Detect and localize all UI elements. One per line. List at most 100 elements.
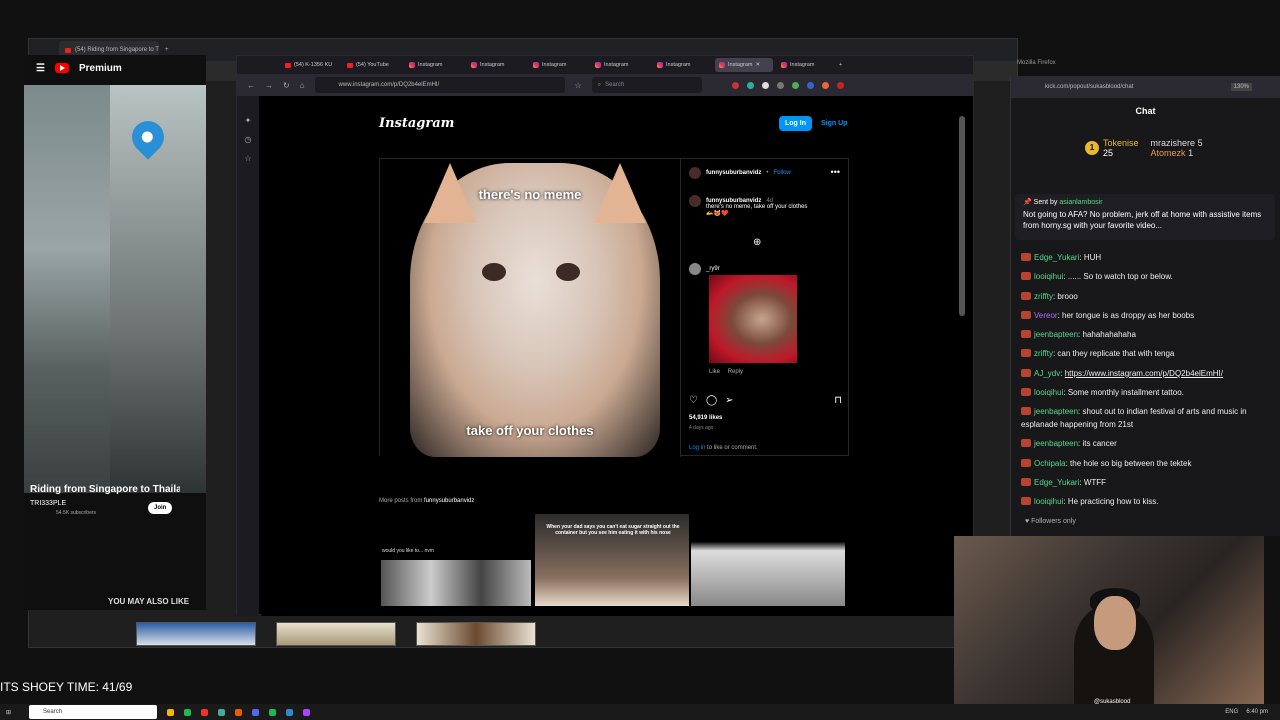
chat-message[interactable]: jeenbapteen: hahahahahaha xyxy=(1021,325,1276,344)
extension-icon[interactable] xyxy=(761,81,769,89)
browser-tab[interactable]: (54) YouTube xyxy=(343,58,401,72)
star-icon[interactable]: ☆ xyxy=(575,81,582,90)
back-icon[interactable]: ← xyxy=(247,81,255,90)
join-button[interactable]: Join xyxy=(148,502,173,514)
home-icon[interactable]: ⌂ xyxy=(300,81,305,90)
spotify-icon[interactable] xyxy=(184,708,192,716)
extension-icon[interactable] xyxy=(791,81,799,89)
heart-icon[interactable]: ♡ xyxy=(689,395,698,406)
grid-post[interactable]: When your dad says you can't eat sugar s… xyxy=(535,514,689,606)
chat-username[interactable]: Ochipala xyxy=(1034,459,1066,468)
youtube-logo-icon[interactable] xyxy=(54,63,69,73)
recommend-thumb[interactable] xyxy=(416,622,536,646)
folder-icon[interactable] xyxy=(167,708,175,716)
comment-icon[interactable]: ◯ xyxy=(706,395,717,406)
chat-username[interactable]: jeenbapteen xyxy=(1034,407,1078,416)
search-input[interactable]: ⌕ Search xyxy=(591,77,702,93)
browser-tab[interactable]: Instagram ✕ xyxy=(715,58,773,72)
reload-icon[interactable]: ↻ xyxy=(283,81,290,90)
chat-message[interactable]: zriffty: can they replicate that with te… xyxy=(1021,344,1276,363)
chat-url-bar[interactable]: kick.com/popout/sukasblood/chat 130% xyxy=(1011,76,1280,98)
chat-username[interactable]: looiqihui xyxy=(1034,388,1063,397)
history-icon[interactable]: ◷ xyxy=(245,135,252,144)
app-icon[interactable] xyxy=(269,708,277,716)
more-options-icon[interactable]: ••• xyxy=(831,167,840,177)
extension-icon[interactable] xyxy=(821,81,829,89)
scrollbar[interactable] xyxy=(959,116,965,316)
app-icon[interactable] xyxy=(201,708,209,716)
app-icon[interactable] xyxy=(218,708,226,716)
app-icon[interactable] xyxy=(303,708,311,716)
forward-icon[interactable]: → xyxy=(265,81,273,90)
commenter-name[interactable]: _ry9r xyxy=(706,266,720,272)
leader-first[interactable]: 1 Tokenise 25 xyxy=(1085,138,1139,158)
chat-username[interactable]: Edge_Yukari xyxy=(1034,478,1079,487)
pinned-by-user[interactable]: asianlambosir xyxy=(1059,199,1102,206)
browser-tab[interactable]: (54) K-1356 KU xyxy=(281,58,339,72)
chat-message[interactable]: looiqihui: Some monthly installment tatt… xyxy=(1021,383,1276,402)
chat-username[interactable]: jeenbapteen xyxy=(1034,330,1078,339)
browser-tab[interactable]: Instagram xyxy=(529,58,587,72)
chat-message[interactable]: jeenbapteen: its cancer xyxy=(1021,434,1276,453)
chat-username[interactable]: Edge_Yukari xyxy=(1034,253,1079,262)
avatar[interactable] xyxy=(689,195,701,207)
chat-username[interactable]: zriffty xyxy=(1034,292,1053,301)
video-title[interactable]: Riding from Singapore to Thailand xyxy=(30,484,180,495)
follow-link[interactable]: Follow xyxy=(773,170,790,176)
chat-username[interactable]: jeenbapteen xyxy=(1034,439,1078,448)
extension-icon[interactable] xyxy=(731,81,739,89)
bookmark-icon[interactable]: ☆ xyxy=(244,154,251,163)
chat-text[interactable]: https://www.instagram.com/p/DQ2b4elEmHI/ xyxy=(1065,369,1223,378)
chat-message[interactable]: Vereor: her tongue is as droppy as her b… xyxy=(1021,306,1276,325)
like-count[interactable]: 54,919 likes xyxy=(689,415,722,421)
discord-icon[interactable] xyxy=(252,708,260,716)
recommend-thumb[interactable] xyxy=(136,622,256,646)
firefox-icon[interactable] xyxy=(235,708,243,716)
windows-icon[interactable]: ⊞ xyxy=(6,709,11,716)
chat-username[interactable]: looiqihui xyxy=(1034,272,1063,281)
leader-second[interactable]: mrazishere 5 xyxy=(1151,138,1203,148)
new-tab-icon[interactable]: + xyxy=(165,47,169,53)
zoom-badge[interactable]: 130% xyxy=(1230,83,1252,91)
recommend-thumb[interactable] xyxy=(276,622,396,646)
browser-tab[interactable]: Instagram xyxy=(467,58,525,72)
chat-message[interactable]: Edge_Yukari: WTFF xyxy=(1021,473,1276,492)
app-icon[interactable] xyxy=(286,708,294,716)
extension-icon[interactable] xyxy=(806,81,814,89)
load-more-icon[interactable]: ⊕ xyxy=(753,237,761,248)
save-bookmark-icon[interactable]: ⊓ xyxy=(834,395,842,406)
youtube-video[interactable] xyxy=(24,85,206,493)
chat-username[interactable]: looiqihui xyxy=(1034,497,1063,506)
login-link[interactable]: Log in xyxy=(689,445,705,451)
chat-username[interactable]: zriffty xyxy=(1034,349,1053,358)
tray-time[interactable]: 6:40 pm xyxy=(1246,709,1268,715)
grid-post[interactable] xyxy=(691,514,845,606)
extension-icon[interactable] xyxy=(776,81,784,89)
leader-third[interactable]: Atomezk 1 xyxy=(1151,148,1203,158)
like-comment-link[interactable]: Like xyxy=(709,369,720,375)
chat-message[interactable]: looiqihui: He practicing how to kiss. xyxy=(1021,492,1276,511)
sparkle-icon[interactable]: ✦ xyxy=(245,116,252,125)
chat-message[interactable]: AJ_ydv: https://www.instagram.com/p/DQ2b… xyxy=(1021,364,1276,383)
pinned-message[interactable]: 📌 Sent by asianlambosir Not going to AFA… xyxy=(1015,194,1275,240)
more-posts-user[interactable]: funnysuburbanvidz xyxy=(424,498,474,504)
chat-message[interactable]: looiqihui: ...... So to watch top or bel… xyxy=(1021,267,1276,286)
browser-tab[interactable]: Instagram xyxy=(405,58,463,72)
share-icon[interactable]: ➢ xyxy=(725,395,733,406)
url-bar[interactable]: www.instagram.com/p/DQ2b4elEmHI/ xyxy=(314,77,565,93)
instagram-logo[interactable]: Instagram xyxy=(379,116,454,131)
new-tab-icon[interactable]: + xyxy=(839,62,842,68)
chat-message[interactable]: zriffty: brooo xyxy=(1021,287,1276,306)
browser-tab[interactable]: Instagram xyxy=(653,58,711,72)
extension-icon[interactable] xyxy=(836,81,844,89)
extension-icon[interactable] xyxy=(746,81,754,89)
close-tab-icon[interactable]: ✕ xyxy=(755,62,760,68)
chat-message[interactable]: Ochipala: the hole so big between the te… xyxy=(1021,454,1276,473)
avatar[interactable] xyxy=(689,167,701,179)
avatar[interactable] xyxy=(689,263,701,275)
post-video[interactable]: there's no meme take off your clothes xyxy=(380,159,680,457)
chat-username[interactable]: Vereor xyxy=(1034,311,1058,320)
tray-lang[interactable]: ENG xyxy=(1225,709,1238,715)
chat-message[interactable]: Edge_Yukari: HUH xyxy=(1021,248,1276,267)
browser-tab[interactable]: Instagram xyxy=(777,58,835,72)
